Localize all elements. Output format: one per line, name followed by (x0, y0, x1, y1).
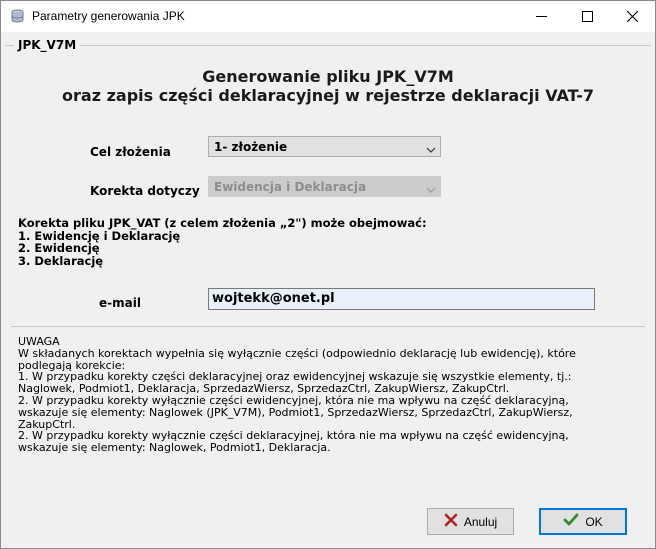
chevron-down-icon (426, 183, 436, 197)
separator (11, 326, 645, 327)
korekta-dotyczy-label: Korekta dotyczy (90, 184, 200, 198)
ok-button[interactable]: OK (539, 508, 627, 535)
korekta-info: Korekta pliku JPK_VAT (z celem złożenia … (18, 217, 427, 267)
cancel-x-icon (444, 513, 458, 530)
cel-zlozenia-select[interactable]: 1- złożenie (208, 136, 441, 157)
cancel-button[interactable]: Anuluj (427, 508, 514, 535)
korekta-dotyczy-select[interactable]: Ewidencja i Deklaracja (208, 176, 441, 197)
group-title: JPK_V7M (14, 38, 81, 52)
cel-zlozenia-value: 1- złożenie (214, 140, 288, 154)
close-button[interactable] (609, 1, 655, 32)
title-bar[interactable]: Parametry generowania JPK (1, 1, 655, 32)
email-label: e-mail (99, 296, 141, 310)
korekta-info-line: Korekta pliku JPK_VAT (z celem złożenia … (18, 216, 427, 230)
uwaga-notice: UWAGA W składanych korektach wypełnia si… (18, 336, 650, 454)
korekta-info-line: 2. Ewidencję (18, 241, 100, 255)
uwaga-line: W składanych korektach wypełnia się wyłą… (18, 346, 576, 360)
window-title: Parametry generowania JPK (32, 9, 185, 23)
checkmark-icon (563, 513, 579, 530)
ok-label: OK (585, 514, 603, 529)
minimize-icon (535, 11, 547, 22)
minimize-button[interactable] (518, 1, 564, 32)
chevron-down-icon (426, 143, 436, 157)
cancel-label: Anuluj (463, 514, 498, 529)
group-border (5, 45, 651, 46)
cel-zlozenia-label: Cel złożenia (90, 145, 171, 159)
uwaga-line: wskazuje się elementy: Naglowek (JPK_V7M… (18, 405, 573, 419)
dialog-window: Parametry generowania JPK JPK_V7M Genero… (0, 0, 656, 549)
maximize-icon (581, 11, 593, 22)
korekta-info-line: 3. Deklarację (18, 253, 104, 268)
maximize-button[interactable] (564, 1, 610, 32)
uwaga-line: 2. W przypadku korekty wyłącznie części … (18, 393, 569, 407)
database-icon (10, 9, 25, 24)
close-icon (626, 11, 638, 22)
page-heading: Generowanie pliku JPK_V7M oraz zapis czę… (1, 67, 655, 105)
email-field[interactable]: wojtekk@onet.pl (208, 288, 595, 310)
heading-line-2: oraz zapis części deklaracyjnej w rejest… (62, 86, 594, 105)
uwaga-line: wskazuje się elementy: Naglowek, Podmiot… (18, 441, 331, 455)
korekta-dotyczy-value: Ewidencja i Deklaracja (214, 180, 367, 194)
heading-line-1: Generowanie pliku JPK_V7M (202, 67, 454, 86)
